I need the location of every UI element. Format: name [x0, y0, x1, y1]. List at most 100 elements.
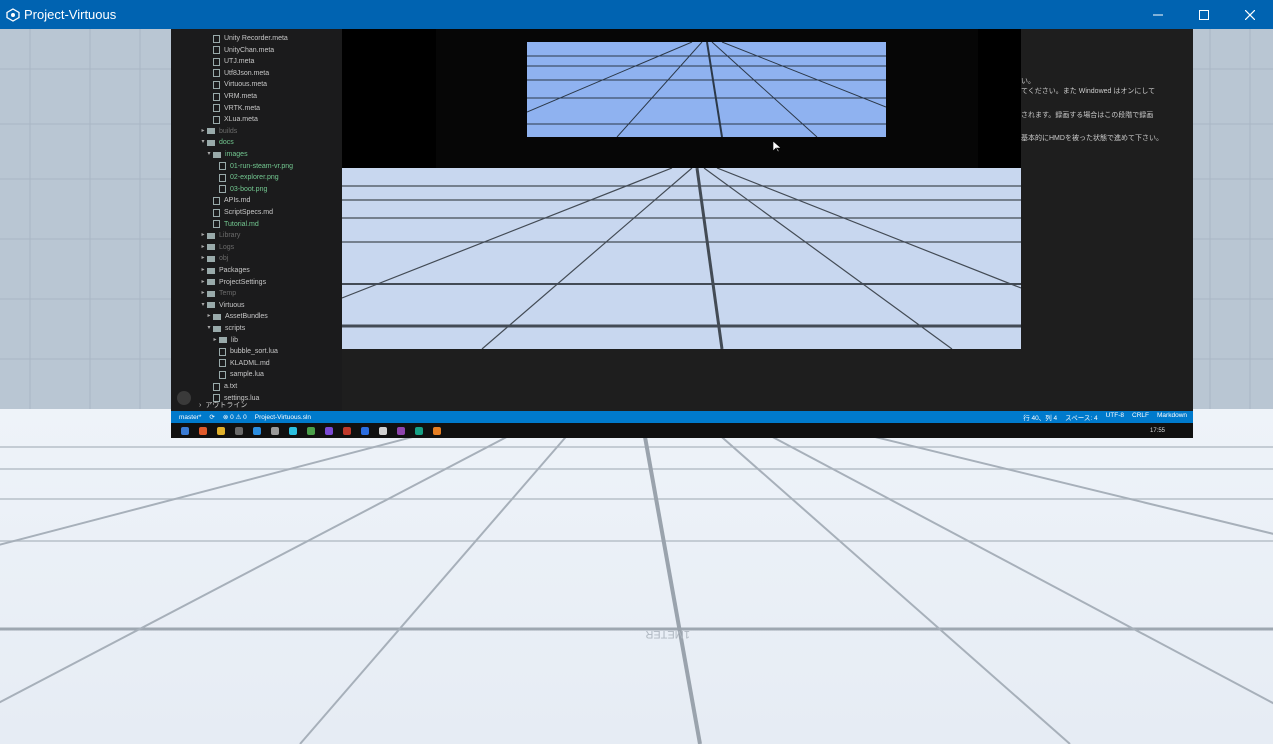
explorer-file-item[interactable]: Utf8Json.meta — [205, 68, 269, 79]
taskbar-app-icon[interactable] — [361, 426, 369, 435]
folder-icon — [207, 128, 215, 135]
taskbar-app-icon[interactable] — [397, 426, 405, 435]
folder-icon — [219, 337, 227, 344]
explorer-file-item[interactable]: sample.lua — [211, 369, 264, 380]
explorer-folder-item[interactable]: ▾ images — [205, 149, 247, 160]
explorer-item-label: AssetBundles — [225, 313, 268, 321]
taskbar-app-icon[interactable] — [433, 426, 441, 435]
explorer-item-label: UnityChan.meta — [224, 46, 275, 54]
explorer-folder-item[interactable]: ▸ Temp — [199, 288, 236, 299]
explorer-item-label: ProjectSettings — [219, 278, 267, 286]
explorer-file-item[interactable]: UnityChan.meta — [205, 45, 274, 56]
explorer-folder-item[interactable]: ▸ lib — [211, 335, 238, 346]
taskbar-clock: 17:55 — [1149, 427, 1165, 434]
sync-icon[interactable]: ⟳ — [209, 413, 214, 421]
taskbar-app-icon[interactable] — [289, 426, 297, 435]
chevron-icon: ▸ — [201, 232, 205, 239]
explorer-file-item[interactable]: 03-boot.png — [211, 184, 267, 195]
explorer-folder-item[interactable]: ▸ ProjectSettings — [199, 277, 266, 288]
taskbar-app-icon[interactable] — [415, 426, 423, 435]
unity-app-icon — [6, 7, 20, 22]
explorer-folder-item[interactable]: ▾ Virtuous — [199, 300, 244, 311]
file-encoding[interactable]: UTF-8 — [1106, 412, 1124, 422]
explorer-file-item[interactable]: bubble_sort.lua — [211, 346, 278, 357]
chevron-icon: ▾ — [201, 301, 205, 308]
taskbar-app-icon[interactable] — [307, 426, 315, 435]
file-icon — [213, 208, 220, 217]
solution-name[interactable]: Project-Virtuous.sln — [255, 414, 311, 421]
title-bar: Project-Virtuous — [0, 0, 1273, 29]
explorer-file-item[interactable]: APIs.md — [205, 195, 250, 206]
explorer-item-label: obj — [219, 255, 229, 263]
editor-line: てください。また Windowed はオンにして — [1021, 88, 1156, 95]
folder-icon — [207, 302, 215, 309]
explorer-file-item[interactable]: VRTK.meta — [205, 103, 260, 114]
explorer-item-label: lib — [231, 336, 239, 344]
chevron-icon: ▸ — [201, 127, 205, 134]
indent-spaces[interactable]: スペース: 4 — [1065, 412, 1097, 422]
explorer-file-item[interactable]: KLADML.md — [211, 358, 270, 369]
explorer-item-label: Packages — [219, 267, 250, 274]
explorer-folder-item[interactable]: ▸ obj — [199, 253, 228, 264]
explorer-file-item[interactable]: Unity Recorder.meta — [205, 33, 288, 44]
explorer-folder-item[interactable]: ▾ scripts — [205, 323, 245, 334]
window-title: Project-Virtuous — [24, 7, 117, 22]
taskbar-app-icon[interactable] — [217, 426, 225, 435]
desktop-capture-panel[interactable]: Unity Recorder.meta UnityChan.meta UTJ.met… — [171, 29, 1193, 438]
outline-label: アウトライン — [205, 402, 248, 409]
explorer-folder-item[interactable]: ▸ AssetBundles — [205, 311, 268, 322]
nested-desktop-capture — [436, 29, 978, 184]
explorer-file-item[interactable]: 01-run-steam-vr.png — [211, 161, 293, 172]
taskbar-app-icon[interactable] — [199, 426, 207, 435]
minimize-icon — [1153, 14, 1163, 15]
explorer-file-item[interactable]: UTJ.meta — [205, 56, 254, 67]
file-icon — [219, 185, 226, 194]
explorer-file-item[interactable]: XLua.meta — [205, 114, 258, 125]
explorer-folder-item[interactable]: ▸ Library — [199, 230, 240, 241]
taskbar-app-icon[interactable] — [379, 426, 387, 435]
explorer-item-label: docs — [219, 139, 234, 147]
outline-section[interactable]: › アウトライン — [171, 399, 342, 411]
explorer-folder-item[interactable]: ▸ Logs — [199, 242, 234, 253]
end-of-line[interactable]: CRLF — [1132, 412, 1149, 422]
explorer-file-item[interactable]: Tutorial.md — [205, 219, 259, 230]
taskbar-app-icon[interactable] — [235, 426, 243, 435]
explorer-folder-item[interactable]: ▾ docs — [199, 137, 234, 148]
chevron-icon: ▾ — [207, 325, 211, 331]
explorer-file-item[interactable]: ScriptSpecs.md — [205, 207, 273, 218]
taskbar-app-icon[interactable] — [343, 426, 351, 435]
folder-icon — [213, 325, 221, 332]
taskbar-app-icon[interactable] — [325, 426, 333, 435]
taskbar-app-icon[interactable] — [271, 426, 279, 435]
chevron-icon: ▸ — [201, 255, 205, 262]
taskbar-app-icon[interactable] — [181, 426, 189, 435]
close-button[interactable] — [1227, 0, 1273, 29]
cursor-position[interactable]: 行 40、列 4 — [1023, 412, 1057, 422]
file-explorer: Unity Recorder.meta UnityChan.meta UTJ.met… — [171, 29, 342, 411]
editor-line: されます。録画する場合はこの段階で録画 — [1021, 112, 1154, 119]
chevron-icon: ▸ — [207, 313, 211, 320]
folder-icon — [213, 313, 221, 320]
explorer-file-item[interactable]: 02-explorer.png — [211, 172, 279, 183]
explorer-file-item[interactable]: a.txt — [205, 381, 237, 392]
file-icon — [213, 196, 220, 205]
maximize-button[interactable] — [1181, 0, 1227, 29]
problems-count[interactable]: ⊗ 0 ⚠ 0 — [223, 413, 247, 421]
folder-icon — [207, 244, 215, 251]
explorer-folder-item[interactable]: ▸ builds — [199, 126, 237, 137]
file-icon — [213, 382, 220, 391]
explorer-file-item[interactable]: Virtuous.meta — [205, 79, 267, 90]
explorer-item-label: VRTK.meta — [224, 104, 261, 112]
chevron-icon: ▸ — [201, 243, 205, 250]
file-icon — [213, 220, 220, 229]
explorer-file-item[interactable]: VRM.meta — [205, 91, 257, 102]
explorer-item-label: bubble_sort.lua — [230, 348, 278, 356]
maximize-icon — [1199, 9, 1209, 20]
explorer-folder-item[interactable]: ▸ Packages — [199, 265, 250, 276]
minimize-button[interactable] — [1135, 0, 1181, 29]
language-mode[interactable]: Markdown — [1157, 412, 1187, 422]
chevron-icon: ▸ — [201, 267, 205, 273]
file-icon — [213, 69, 220, 78]
git-branch[interactable]: master* — [179, 414, 201, 421]
taskbar-app-icon[interactable] — [253, 426, 261, 435]
